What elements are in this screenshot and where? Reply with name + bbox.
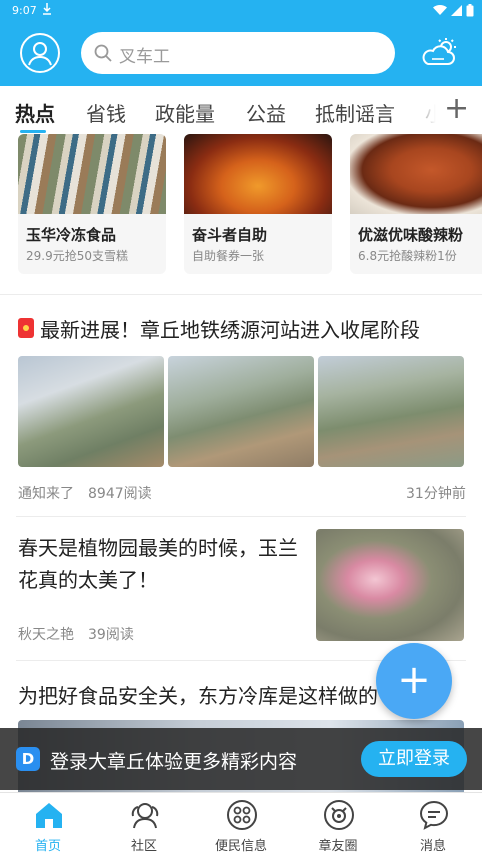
app-screen: 9:07 叉车工 热点 省钱 政能量 公益 抵制谣言 + 玉华冷冻食品 29.9… [0, 0, 482, 856]
section-divider [0, 294, 482, 295]
news-reads: 8947阅读 [88, 486, 152, 502]
tab-save-money[interactable]: 省钱 [86, 98, 126, 127]
tab-hot[interactable]: 热点 [15, 98, 55, 127]
login-prompt: 登录大章丘体验更多精彩内容 [50, 751, 298, 773]
nav-friends-circle[interactable]: 章友圈 [293, 797, 383, 855]
news-image[interactable] [318, 356, 464, 467]
news-title[interactable]: 最新进展！章丘地铁绣源河站进入收尾阶段 [40, 314, 420, 343]
news-image[interactable] [316, 529, 464, 641]
deal-image [350, 134, 482, 214]
nav-community[interactable]: 社区 [99, 797, 189, 855]
add-tab-icon[interactable]: + [444, 94, 469, 124]
deal-name: 玉华冷冻食品 [26, 226, 117, 244]
news-title[interactable]: 为把好食品安全关，东方冷库是这样做的 [18, 680, 378, 709]
home-icon [36, 803, 62, 828]
app-header: 9:07 叉车工 [0, 0, 482, 86]
news-divider [16, 516, 466, 517]
services-icon [227, 800, 257, 830]
deal-image [18, 134, 166, 214]
nav-community-label: 社区 [130, 839, 157, 854]
floating-add-button[interactable]: + [376, 643, 452, 719]
active-tab-indicator [20, 130, 46, 133]
search-placeholder: 叉车工 [119, 47, 170, 67]
search-bar[interactable]: 叉车工 [81, 32, 395, 74]
status-time: 9:07 [12, 4, 37, 17]
deal-card[interactable]: 优滋优味酸辣粉 6.8元抢酸辣粉1份 [350, 134, 482, 274]
news-title[interactable]: 春天是植物园最美的时候，玉兰花真的太美了！ [18, 532, 298, 596]
tab-anti-rumor[interactable]: 抵制谣言 [315, 98, 395, 127]
deal-name: 优滋优味酸辣粉 [358, 226, 464, 244]
wifi-icon [433, 5, 447, 16]
deal-subtitle: 6.8元抢酸辣粉1份 [358, 249, 457, 263]
nav-messages[interactable]: 消息 [388, 797, 478, 855]
status-bar: 9:07 [0, 0, 482, 22]
news-time: 31分钟前 [406, 486, 466, 502]
deal-subtitle: 自助餐券一张 [192, 249, 265, 263]
deal-subtitle: 29.9元抢50支雪糕 [26, 249, 128, 263]
user-avatar-button[interactable] [20, 33, 60, 73]
news-source: 通知来了 [18, 486, 74, 502]
community-icon [131, 803, 159, 829]
nav-home[interactable]: 首页 [3, 797, 93, 855]
news-source: 秋天之艳 [18, 627, 74, 643]
category-tabs: 热点 省钱 政能量 公益 抵制谣言 小 + [0, 86, 482, 136]
nav-friends-circle-label: 章友圈 [318, 839, 358, 854]
battery-icon [466, 4, 474, 17]
deal-card[interactable]: 玉华冷冻食品 29.9元抢50支雪糕 [18, 134, 166, 274]
deal-name: 奋斗者自助 [192, 226, 268, 244]
login-button[interactable]: 立即登录 [361, 741, 467, 777]
app-logo-icon: D [16, 747, 40, 771]
search-icon [93, 43, 113, 67]
news-flag-icon [18, 318, 34, 338]
system-icons [433, 4, 474, 17]
news-reads: 39阅读 [88, 627, 134, 643]
login-banner: D 登录大章丘体验更多精彩内容 立即登录 [0, 728, 482, 790]
signal-icon [451, 5, 462, 16]
weather-icon[interactable] [420, 38, 458, 72]
bottom-nav: 首页 社区 便民信息 章友圈 消息 [0, 792, 482, 856]
message-icon [419, 800, 449, 830]
nav-messages-label: 消息 [419, 839, 446, 854]
nav-home-label: 首页 [34, 839, 61, 854]
nav-services-label: 便民信息 [214, 839, 267, 854]
tab-positive-energy[interactable]: 政能量 [155, 98, 215, 127]
news-image[interactable] [18, 356, 164, 467]
friends-circle-icon [324, 800, 354, 830]
nav-services[interactable]: 便民信息 [196, 797, 286, 855]
news-image[interactable] [168, 356, 314, 467]
download-icon [42, 2, 52, 19]
deal-image [184, 134, 332, 214]
deal-card[interactable]: 奋斗者自助 自助餐券一张 [184, 134, 332, 274]
tab-charity[interactable]: 公益 [246, 98, 286, 127]
